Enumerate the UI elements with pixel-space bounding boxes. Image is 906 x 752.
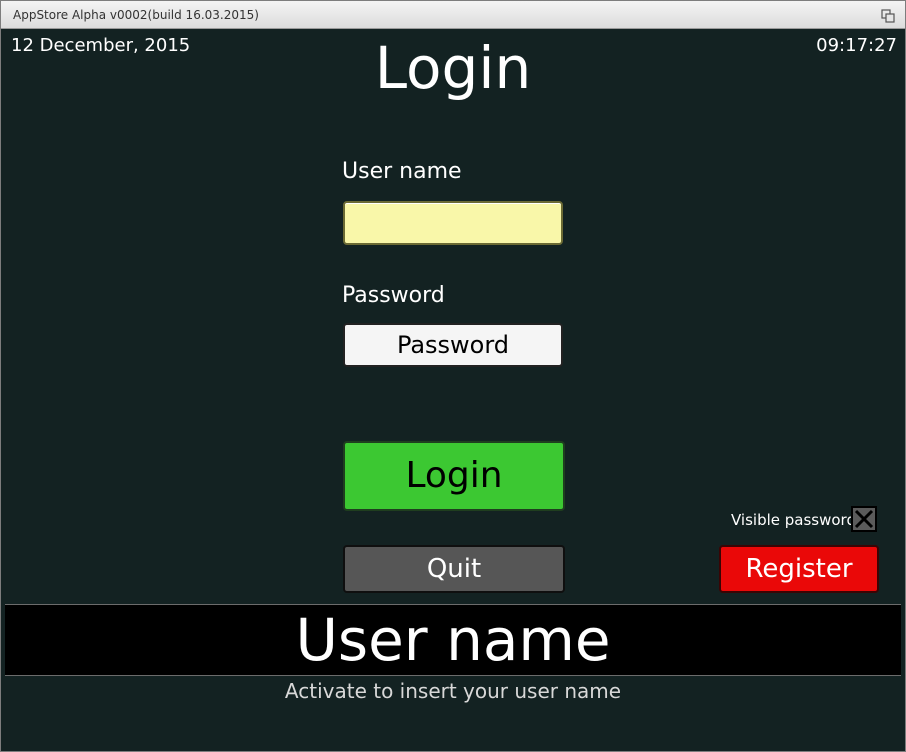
visible-password-label: Visible password <box>731 511 856 529</box>
page-title: Login <box>374 34 532 102</box>
username-label: User name <box>342 159 462 184</box>
username-input[interactable] <box>343 201 563 245</box>
password-label: Password <box>342 283 445 308</box>
quit-button[interactable]: Quit <box>343 545 565 593</box>
login-button[interactable]: Login <box>343 441 565 511</box>
restore-window-icon[interactable] <box>881 8 895 23</box>
field-hint: Activate to insert your user name <box>284 679 622 703</box>
login-screen: 12 December, 2015 09:17:27 Login User na… <box>5 31 901 747</box>
banner-divider-bottom <box>5 675 901 676</box>
window-titlebar[interactable]: AppStore Alpha v0002(build 16.03.2015) <box>1 1 905 29</box>
password-field[interactable]: Password <box>343 323 563 367</box>
visible-password-checkbox[interactable] <box>851 506 877 532</box>
field-banner-title: User name <box>5 605 901 675</box>
register-button[interactable]: Register <box>719 545 879 593</box>
checkmark-x-icon <box>854 509 874 529</box>
window-title: AppStore Alpha v0002(build 16.03.2015) <box>13 8 259 22</box>
app-window: AppStore Alpha v0002(build 16.03.2015) 1… <box>0 0 906 752</box>
